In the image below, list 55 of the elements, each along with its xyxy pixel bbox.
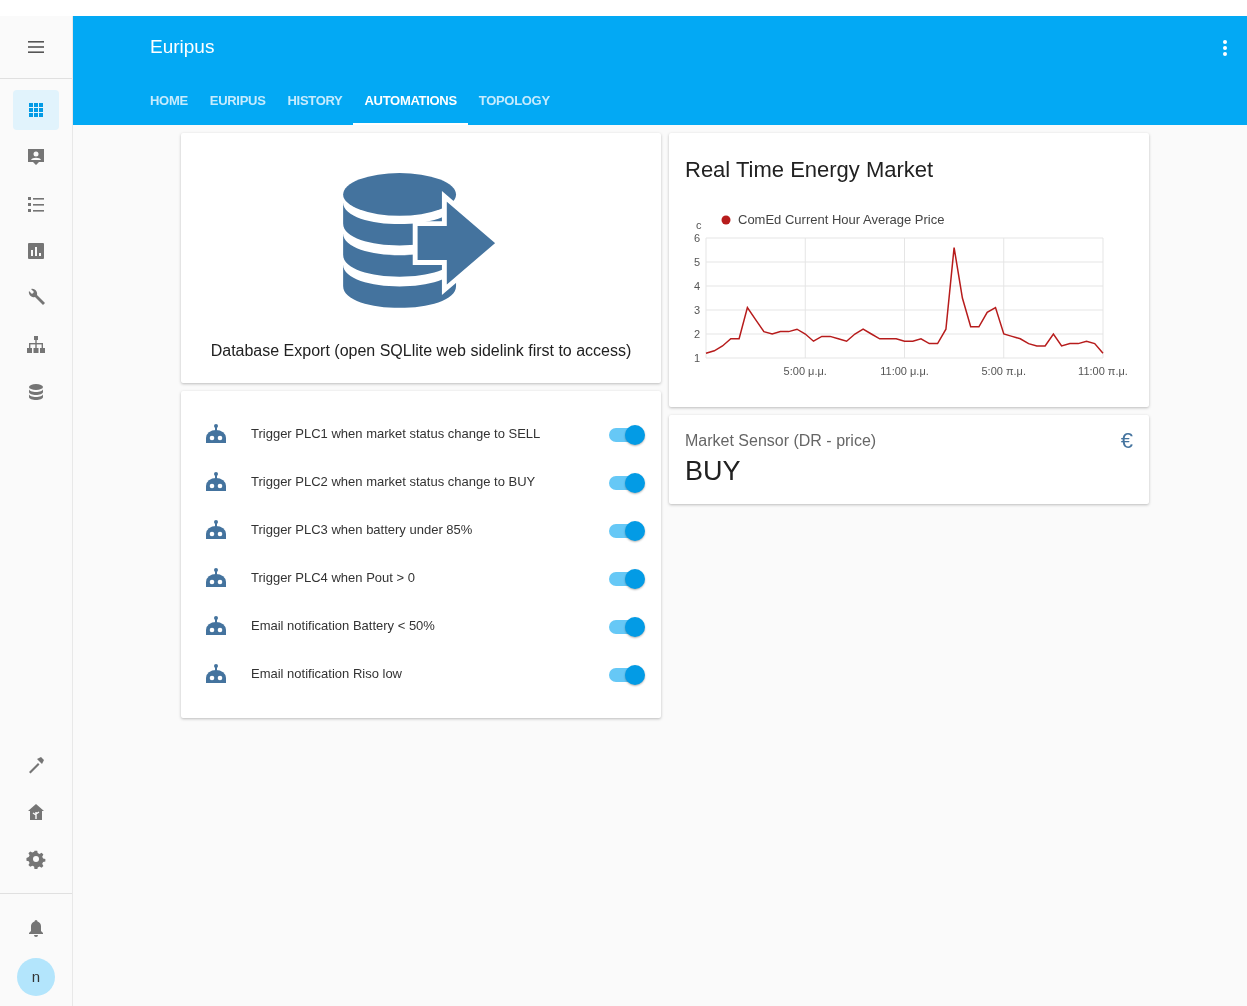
toggle-switch[interactable]	[609, 473, 645, 491]
bell-icon	[26, 918, 46, 938]
automation-name: Trigger PLC1 when market status change to SELL	[251, 425, 542, 444]
tab[interactable]: HISTORY	[276, 79, 354, 125]
robot-icon	[205, 664, 227, 684]
export-caption: Database Export (open SQLlite web sidelink first to access)	[210, 341, 632, 361]
sensor-state: BUY	[685, 455, 742, 488]
automation-name: Trigger PLC3 when battery under 85%	[251, 521, 474, 540]
toggle-switch[interactable]	[609, 521, 645, 539]
nav-button[interactable]	[13, 90, 59, 130]
person-card-icon	[26, 147, 46, 167]
toggle-switch[interactable]	[609, 569, 645, 587]
euro-icon: €	[1120, 430, 1133, 452]
tab[interactable]: AUTOMATIONS	[353, 79, 468, 125]
axis-tick-label: 5:00 π.μ.	[981, 365, 1026, 378]
axis-tick-label: 2	[693, 328, 700, 341]
robot-icon	[205, 616, 227, 636]
house-icon	[26, 802, 46, 822]
robot-icon	[205, 520, 227, 540]
list-icon	[26, 194, 46, 214]
tab[interactable]: HOME	[139, 79, 199, 125]
more-options-icon[interactable]	[1221, 37, 1229, 58]
legend-dot	[721, 215, 731, 225]
database-icon	[26, 382, 46, 402]
grid-icon	[26, 100, 46, 120]
toggle-switch[interactable]	[609, 425, 645, 443]
axis-label: c	[696, 219, 702, 232]
tab[interactable]: EURIPUS	[198, 79, 277, 125]
settings-icon	[26, 849, 46, 869]
legend-label: ComEd Current Hour Average Price	[738, 212, 945, 228]
axis-tick-label: 6	[693, 232, 700, 245]
robot-icon	[205, 568, 227, 588]
automation-name: Trigger PLC4 when Pout > 0	[251, 569, 416, 588]
automation-name: Email notification Battery < 50%	[251, 617, 436, 636]
axis-tick-label: 11:00 π.μ.	[1078, 365, 1128, 378]
card-title: Real Time Energy Market	[685, 157, 935, 184]
robot-icon	[205, 424, 227, 444]
hierarchy-icon	[26, 335, 46, 355]
axis-tick-label: 1	[693, 352, 700, 365]
sensor-label: Market Sensor (DR - price)	[685, 431, 877, 451]
toggle-switch[interactable]	[609, 665, 645, 683]
app-title: Euripus	[150, 35, 216, 60]
axis-tick-label: 5	[693, 256, 700, 269]
axis-tick-label: 11:00 μ.μ.	[880, 365, 929, 378]
wrench-icon	[26, 288, 46, 308]
axis-tick-label: 3	[693, 304, 700, 317]
robot-icon	[205, 472, 227, 492]
automation-name: Trigger PLC2 when market status change to BUY	[251, 473, 537, 492]
axis-tick-label: 4	[693, 280, 700, 293]
toggle-switch[interactable]	[609, 617, 645, 635]
axis-tick-label: 5:00 μ.μ.	[783, 365, 827, 378]
automation-name: Email notification Riso low	[251, 665, 403, 684]
tab[interactable]: TOPOLOGY	[467, 79, 561, 125]
user-avatar[interactable]: n	[17, 958, 55, 996]
bar-chart-icon	[26, 241, 46, 261]
